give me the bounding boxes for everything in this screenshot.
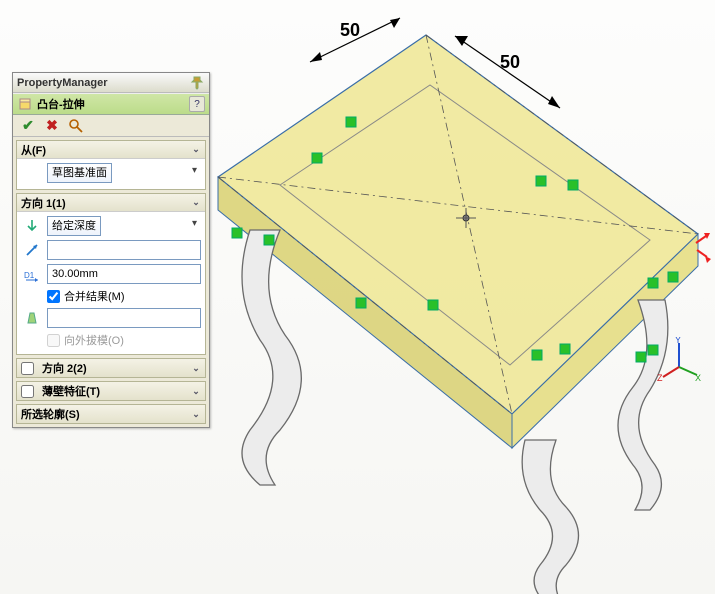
pm-title: PropertyManager <box>17 77 107 89</box>
end-condition-select[interactable]: 给定深度 <box>47 216 101 236</box>
from-mode-select[interactable]: 草图基准面 <box>47 163 112 183</box>
feature-name: 凸台-拉伸 <box>37 96 185 112</box>
cancel-button[interactable]: ✖ <box>43 117 61 135</box>
dimension-50-left[interactable]: 50 <box>310 18 400 62</box>
section-contours-header[interactable]: 所选轮廓(S) ⌄ <box>17 405 205 423</box>
section-direction2-header[interactable]: 方向 2(2) ⌄ <box>17 359 205 377</box>
collapse-icon: ⌄ <box>191 144 201 155</box>
section-thin-feature: 薄壁特征(T) ⌄ <box>16 381 206 401</box>
pm-titlebar[interactable]: PropertyManager <box>13 73 209 93</box>
help-button[interactable]: ? <box>189 96 205 112</box>
section-selected-contours: 所选轮廓(S) ⌄ <box>16 404 206 424</box>
section-direction1-header[interactable]: 方向 1(1) ⌄ <box>17 194 205 212</box>
direction-vector-icon[interactable] <box>21 240 43 260</box>
pm-feature-row: 凸台-拉伸 ? <box>13 93 209 115</box>
direction-reference-input[interactable] <box>47 240 201 260</box>
thin-enable-checkbox[interactable] <box>21 385 34 398</box>
expand-icon: ⌄ <box>191 409 201 420</box>
expand-icon: ⌄ <box>191 386 201 397</box>
section-thin-header[interactable]: 薄壁特征(T) ⌄ <box>17 382 205 400</box>
expand-icon: ⌄ <box>191 363 201 374</box>
reverse-direction-icon[interactable] <box>21 216 43 236</box>
extrude-icon <box>17 96 33 112</box>
svg-text:50: 50 <box>340 20 360 40</box>
merge-results-checkbox[interactable] <box>47 290 60 303</box>
depth-icon: D1 <box>21 264 43 284</box>
property-manager-panel: PropertyManager 凸台-拉伸 ? ✔ ✖ 从(F) ⌄ <box>12 72 210 428</box>
depth-input[interactable] <box>47 264 201 284</box>
direction2-enable-checkbox[interactable] <box>21 362 34 375</box>
ok-button[interactable]: ✔ <box>19 117 37 135</box>
pin-icon[interactable] <box>189 75 205 91</box>
section-from-header[interactable]: 从(F) ⌄ <box>17 141 205 159</box>
collapse-icon: ⌄ <box>191 197 201 208</box>
svg-text:50: 50 <box>500 52 520 72</box>
svg-text:D1: D1 <box>24 271 35 280</box>
pm-ok-cancel-bar: ✔ ✖ <box>13 115 209 137</box>
section-direction1: 方向 1(1) ⌄ 给定深度 <box>16 193 206 355</box>
draft-outward-check: 向外拔模(O) <box>21 332 201 348</box>
draft-icon[interactable] <box>21 308 43 328</box>
section-from: 从(F) ⌄ 草图基准面 <box>16 140 206 190</box>
section-direction2: 方向 2(2) ⌄ <box>16 358 206 378</box>
detailed-preview-button[interactable] <box>67 117 85 135</box>
merge-results-check[interactable]: 合并结果(M) <box>21 288 201 304</box>
draft-angle-input[interactable] <box>47 308 201 328</box>
draft-outward-checkbox <box>47 334 60 347</box>
